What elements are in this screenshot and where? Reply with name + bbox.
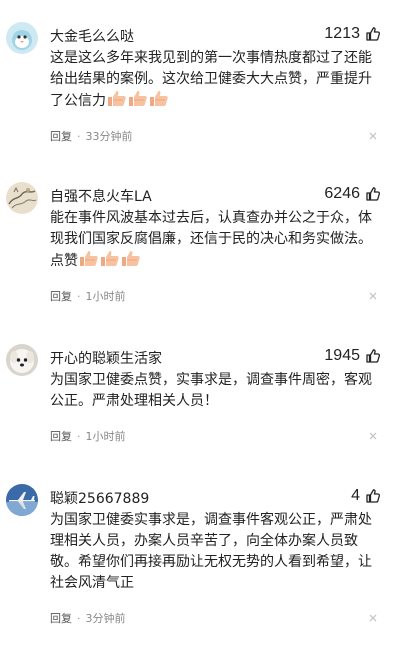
close-icon[interactable] bbox=[369, 132, 377, 140]
comment-username[interactable]: 自强不息火车LA bbox=[50, 186, 152, 206]
thumbs-up-emoji-icon bbox=[150, 91, 168, 106]
comment-time: 1小时前 bbox=[85, 290, 126, 303]
comment-username[interactable]: 大金毛么么哒 bbox=[50, 26, 134, 46]
reply-button[interactable]: 回复 bbox=[50, 128, 72, 144]
thumbs-up-icon bbox=[366, 187, 381, 201]
airplane-avatar-icon bbox=[6, 484, 38, 516]
thumbs-up-emoji-icon bbox=[122, 251, 140, 266]
comment-text-content: 这是这么多年来我见到的第一次事情热度都过了还能给出结果的案例。这次给卫健委大大点… bbox=[50, 50, 372, 109]
like-count: 6246 bbox=[324, 185, 360, 202]
thumbs-up-emoji-icon bbox=[129, 91, 147, 106]
thumbs-up-emoji-icon bbox=[101, 251, 119, 266]
comment-time: 3分钟前 bbox=[85, 612, 126, 625]
user-avatar[interactable] bbox=[6, 344, 38, 376]
comment-time: 1小时前 bbox=[85, 430, 126, 443]
like-count: 1213 bbox=[324, 25, 360, 42]
like-count: 4 bbox=[351, 487, 360, 504]
close-icon[interactable] bbox=[369, 292, 377, 300]
like-button[interactable]: 1945 bbox=[324, 347, 381, 365]
thumbs-up-emoji-icon bbox=[108, 91, 126, 106]
comment-username[interactable]: 聪颖25667889 bbox=[50, 488, 149, 508]
thumbs-up-emoji-group bbox=[106, 91, 169, 109]
reply-button[interactable]: 回复 bbox=[50, 610, 72, 626]
comment-text: 为国家卫健委点赞，实事求是，调查事件周密，客观公正。严肃处理相关人员！ bbox=[50, 372, 372, 409]
comment-text: 这是这么多年来我见到的第一次事情热度都过了还能给出结果的案例。这次给卫健委大大点… bbox=[50, 48, 385, 112]
comment-text: 为国家卫健委实事求是，调查事件客观公正，严肃处理相关人员，办案人员辛苦了，向全体… bbox=[50, 512, 372, 591]
comment-time: 33分钟前 bbox=[85, 130, 133, 143]
user-avatar[interactable] bbox=[6, 182, 38, 214]
blue-bird-avatar-icon bbox=[6, 22, 38, 54]
comment-meta: 回复 · 1小时前 bbox=[50, 288, 126, 304]
separator-dot: · bbox=[77, 289, 81, 303]
thumbs-up-icon bbox=[366, 489, 381, 503]
close-icon[interactable] bbox=[369, 614, 377, 622]
thumbs-up-icon bbox=[366, 349, 381, 363]
like-button[interactable]: 6246 bbox=[324, 185, 381, 203]
like-button[interactable]: 1213 bbox=[324, 25, 381, 43]
close-icon[interactable] bbox=[369, 432, 377, 440]
comment-username[interactable]: 开心的聪颖生活家 bbox=[50, 348, 162, 368]
user-avatar[interactable] bbox=[6, 484, 38, 516]
comment-meta: 回复 · 3分钟前 bbox=[50, 610, 126, 626]
comment-meta: 回复 · 1小时前 bbox=[50, 428, 126, 444]
thumbs-up-icon bbox=[366, 27, 381, 41]
comment-meta: 回复 · 33分钟前 bbox=[50, 128, 133, 144]
comment-text: 能在事件风波基本过去后，认真查办并公之于众，体现我们国家反腐倡廉，还信于民的决心… bbox=[50, 208, 385, 272]
reply-button[interactable]: 回复 bbox=[50, 288, 72, 304]
ink-painting-avatar-icon bbox=[6, 182, 38, 214]
like-count: 1945 bbox=[324, 347, 360, 364]
reply-button[interactable]: 回复 bbox=[50, 428, 72, 444]
thumbs-up-emoji-icon bbox=[80, 251, 98, 266]
separator-dot: · bbox=[77, 429, 81, 443]
separator-dot: · bbox=[77, 129, 81, 143]
user-avatar[interactable] bbox=[6, 22, 38, 54]
like-button[interactable]: 4 bbox=[351, 487, 381, 505]
separator-dot: · bbox=[77, 611, 81, 625]
white-dog-avatar-icon bbox=[6, 344, 38, 376]
thumbs-up-emoji-group bbox=[78, 251, 141, 269]
